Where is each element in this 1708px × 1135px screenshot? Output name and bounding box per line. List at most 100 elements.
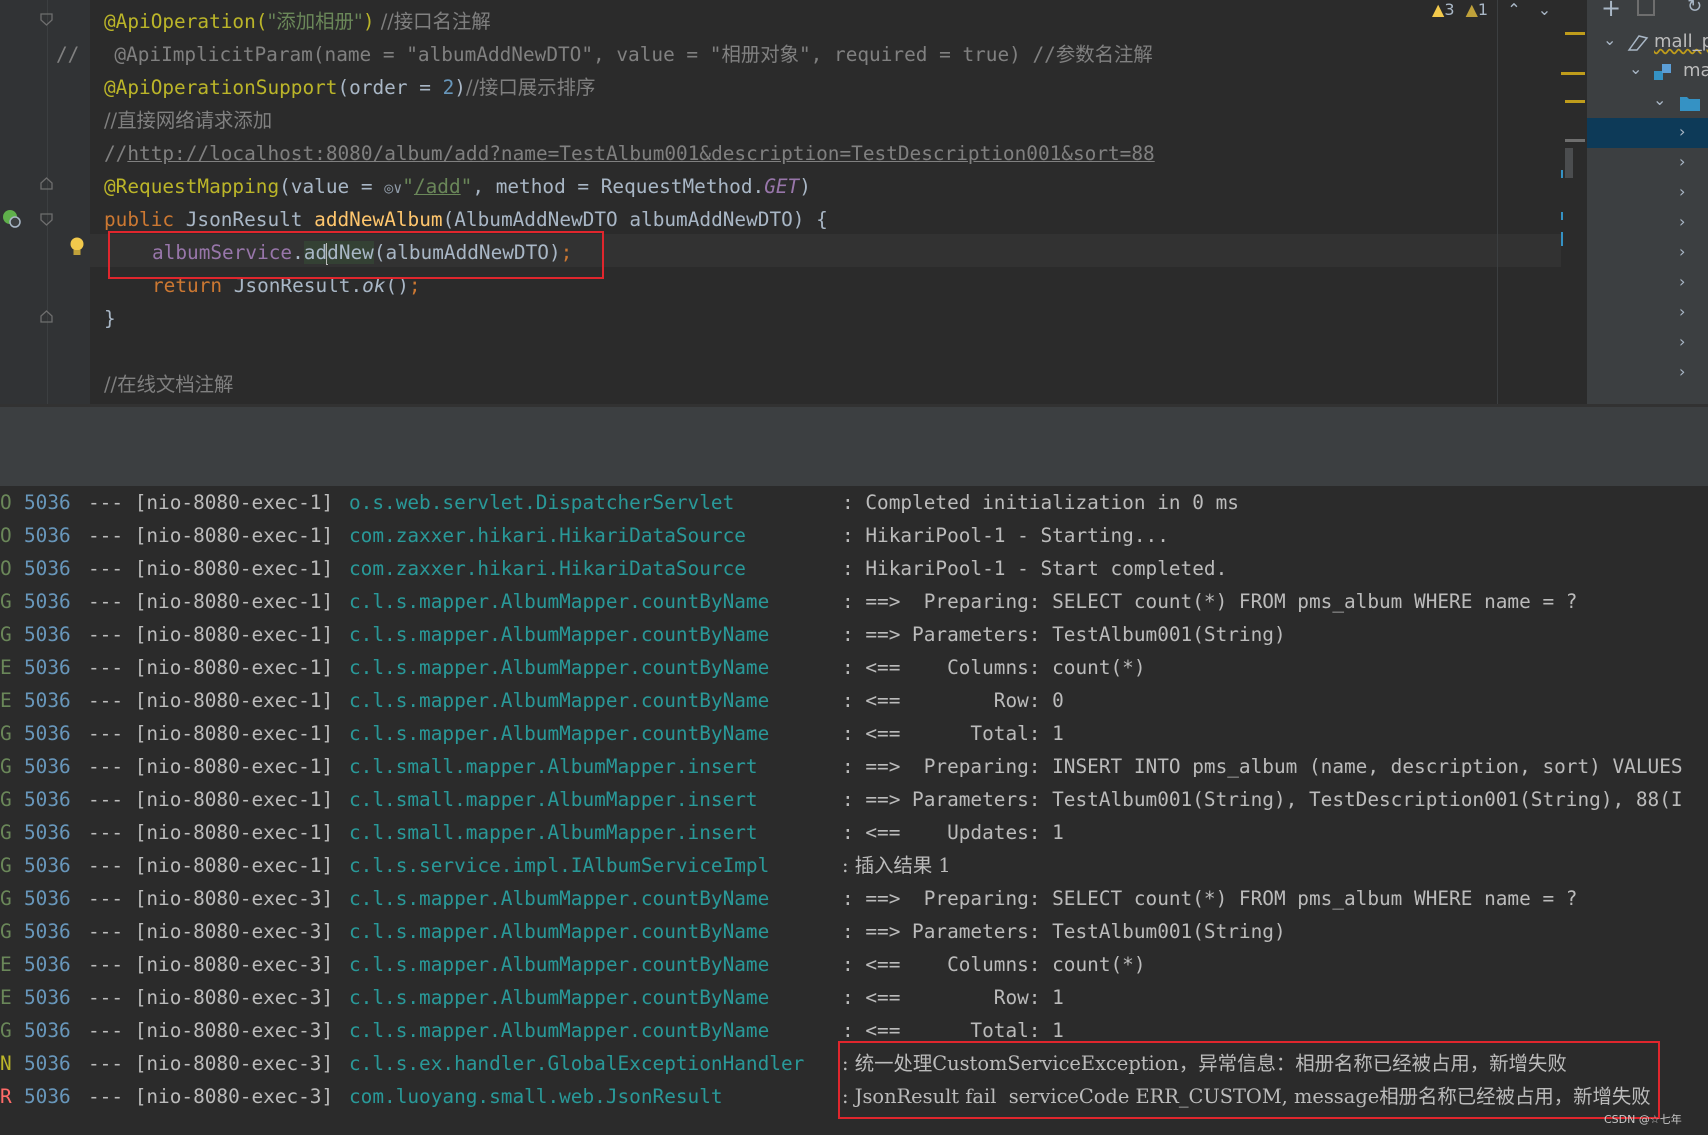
chevron-down-icon[interactable]: ⌄ — [1603, 30, 1616, 49]
log-message: : <== Columns: count(*) — [842, 656, 1146, 679]
log-thread: --- [nio-8080-exec-1] — [88, 524, 334, 547]
string-literal: " — [460, 175, 473, 198]
chevron-right-icon[interactable]: › — [1679, 152, 1685, 171]
log-pid: 5036 — [24, 1085, 71, 1108]
log-level: G — [0, 722, 12, 745]
tree-item-label: ma — [1683, 60, 1708, 81]
log-logger[interactable]: c.l.s.mapper.AlbumMapper.countByName — [349, 651, 769, 684]
chevron-down-icon[interactable]: ⌄ — [1653, 90, 1666, 109]
fold-marker-icon[interactable] — [40, 13, 53, 26]
log-level: G — [0, 590, 12, 613]
highlight-box — [108, 231, 604, 279]
globe-icon[interactable]: ◎∨ — [384, 179, 402, 197]
chevron-right-icon[interactable]: › — [1679, 182, 1685, 201]
log-logger[interactable]: com.zaxxer.hikari.HikariDataSource — [349, 519, 746, 552]
tree-item[interactable]: › — [1587, 328, 1708, 358]
log-row: G 5036 --- [nio-8080-exec-1] c.l.s.service.… — [0, 849, 1708, 882]
log-pid: 5036 — [24, 854, 71, 877]
tree-item[interactable]: › — [1587, 358, 1708, 388]
module-icon — [1654, 64, 1671, 80]
fold-marker-icon[interactable] — [40, 213, 53, 226]
code-line-3: @ApiOperationSupport(order = 2)//接口展示排序 — [104, 71, 595, 104]
log-thread: --- [nio-8080-exec-3] — [88, 1052, 334, 1075]
tree-item[interactable]: › — [1587, 208, 1708, 238]
log-level: N — [0, 1052, 12, 1075]
log-logger[interactable]: c.l.s.mapper.AlbumMapper.countByName — [349, 882, 769, 915]
scroll-thumb[interactable] — [1565, 148, 1573, 178]
tree-item[interactable]: › — [1587, 298, 1708, 328]
tree-item-selected[interactable]: › — [1587, 118, 1708, 148]
chevron-right-icon[interactable]: › — [1679, 302, 1685, 321]
log-logger[interactable]: c.l.s.mapper.AlbumMapper.countByName — [349, 618, 769, 651]
log-logger[interactable]: com.luoyang.small.web.JsonResult — [349, 1080, 723, 1113]
log-logger[interactable]: c.l.s.mapper.AlbumMapper.countByName — [349, 1014, 769, 1047]
tree-item[interactable]: › — [1587, 268, 1708, 298]
spring-mapping-icon[interactable] — [1, 208, 23, 230]
log-row: G 5036 --- [nio-8080-exec-1] c.l.s.mapper.A… — [0, 585, 1708, 618]
tree-toolbar: + ↻ — [1587, 0, 1708, 22]
chevron-right-icon[interactable]: › — [1679, 332, 1685, 351]
warning-marker[interactable] — [1561, 72, 1585, 75]
log-logger[interactable]: c.l.s.mapper.AlbumMapper.countByName — [349, 981, 769, 1014]
project-tree[interactable]: + ↻ ⌄ mall_p ⌄ ma ⌄ › › › › › › › › › — [1587, 0, 1708, 404]
log-logger[interactable]: com.zaxxer.hikari.HikariDataSource — [349, 552, 746, 585]
copy-icon[interactable] — [1637, 0, 1655, 16]
log-thread: --- [nio-8080-exec-3] — [88, 1085, 334, 1108]
chevron-right-icon[interactable]: › — [1679, 212, 1685, 231]
log-logger[interactable]: c.l.small.mapper.AlbumMapper.insert — [349, 783, 758, 816]
url-link[interactable]: http://localhost:8080/album/add?name=Tes… — [127, 142, 1154, 165]
log-logger[interactable]: c.l.s.ex.handler.GlobalExceptionHandler — [349, 1047, 804, 1080]
chevron-down-icon[interactable]: ⌄ — [1538, 0, 1551, 19]
run-console[interactable]: O 5036 --- [nio-8080-exec-1] o.s.web.servle… — [0, 486, 1708, 1135]
tree-item-module[interactable]: ⌄ ma — [1587, 57, 1708, 87]
chevron-right-icon[interactable]: › — [1679, 362, 1685, 381]
tree-item[interactable]: › — [1587, 148, 1708, 178]
log-logger[interactable]: c.l.s.mapper.AlbumMapper.countByName — [349, 915, 769, 948]
tree-item-mall-project[interactable]: ⌄ mall_p — [1587, 28, 1708, 58]
tree-item-folder[interactable]: ⌄ — [1587, 88, 1708, 118]
fold-marker-icon[interactable] — [40, 310, 53, 323]
panel-splitter[interactable] — [0, 404, 1708, 407]
add-icon[interactable]: + — [1601, 0, 1621, 22]
chevron-down-icon[interactable]: ⌄ — [1629, 59, 1642, 78]
log-logger[interactable]: c.l.s.mapper.AlbumMapper.countByName — [349, 585, 769, 618]
comment: @ApiImplicitParam(name = "albumAddNewDTO… — [79, 43, 1153, 66]
chevron-right-icon[interactable]: › — [1679, 122, 1685, 141]
inspection-widget[interactable]: ▲3 ▲1 ⌃ ⌄ — [1432, 0, 1551, 19]
log-thread: --- [nio-8080-exec-3] — [88, 986, 334, 1009]
log-logger[interactable]: o.s.web.servlet.DispatcherServlet — [349, 486, 734, 519]
warning-marker[interactable] — [1565, 100, 1585, 103]
warning-marker[interactable] — [1565, 32, 1585, 35]
lightbulb-icon[interactable] — [68, 236, 86, 260]
log-logger[interactable]: c.l.s.mapper.AlbumMapper.countByName — [349, 948, 769, 981]
log-logger[interactable]: c.l.small.mapper.AlbumMapper.insert — [349, 816, 758, 849]
fold-marker-icon[interactable] — [40, 177, 53, 190]
log-logger[interactable]: c.l.s.mapper.AlbumMapper.countByName — [349, 717, 769, 750]
chevron-up-icon[interactable]: ⌃ — [1507, 0, 1520, 19]
refresh-icon[interactable]: ↻ — [1687, 0, 1702, 17]
chevron-right-icon[interactable]: › — [1679, 242, 1685, 261]
log-message: : ==> Preparing: SELECT count(*) FROM pm… — [842, 887, 1578, 910]
url-path-link[interactable]: /add — [414, 175, 461, 198]
log-thread: --- [nio-8080-exec-1] — [88, 623, 334, 646]
info-marker[interactable] — [1565, 139, 1585, 142]
log-row: E 5036 --- [nio-8080-exec-3] c.l.s.mapper.A… — [0, 948, 1708, 981]
tree-item[interactable]: › — [1587, 178, 1708, 208]
tree-item[interactable]: › — [1587, 238, 1708, 268]
error-stripe[interactable] — [1561, 0, 1587, 404]
log-level: E — [0, 689, 12, 712]
log-row: O 5036 --- [nio-8080-exec-1] com.zaxxer.hik… — [0, 552, 1708, 585]
log-logger[interactable]: c.l.s.service.impl.IAlbumServiceImpl — [349, 849, 769, 882]
chevron-right-icon[interactable]: › — [1679, 272, 1685, 291]
log-thread: --- [nio-8080-exec-1] — [88, 722, 334, 745]
code-editor[interactable]: @ApiOperation("添加相册") //接口名注解 // @ApiImp… — [0, 0, 1587, 404]
log-level: G — [0, 821, 12, 844]
log-row: G 5036 --- [nio-8080-exec-3] c.l.s.mapper.A… — [0, 915, 1708, 948]
weak-warning-icon: ▲ — [1465, 0, 1478, 19]
log-logger[interactable]: c.l.s.mapper.AlbumMapper.countByName — [349, 684, 769, 717]
log-pid: 5036 — [24, 788, 71, 811]
change-marker — [1561, 212, 1563, 220]
log-message: : ==> Parameters: TestAlbum001(String) — [842, 623, 1286, 646]
log-message: : <== Columns: count(*) — [842, 953, 1146, 976]
log-logger[interactable]: c.l.small.mapper.AlbumMapper.insert — [349, 750, 758, 783]
